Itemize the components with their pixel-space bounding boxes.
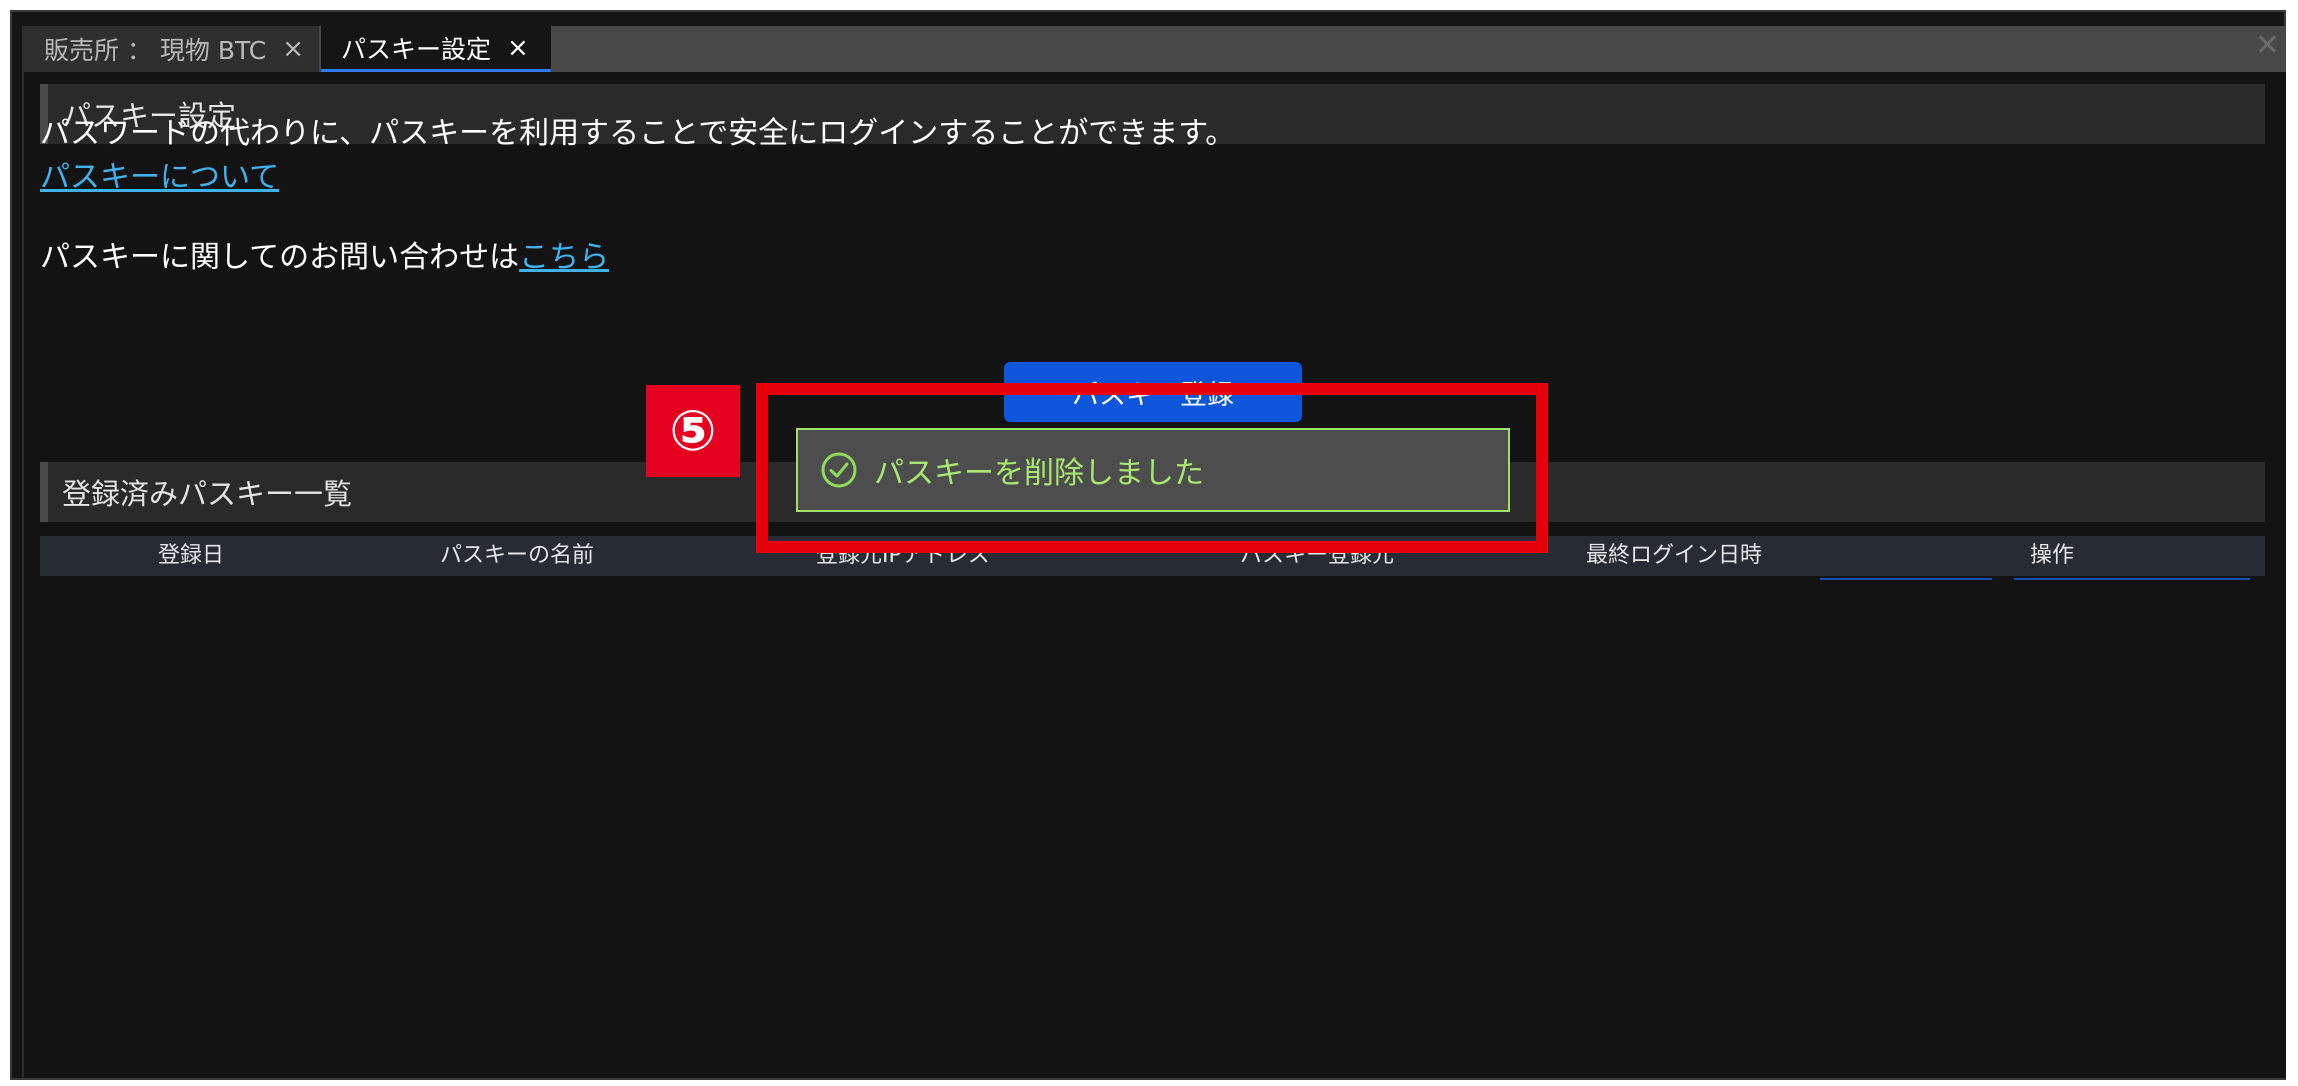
toast-message: パスキーを削除しました [874,456,1204,491]
passkey-description: パスワードの代わりに、パスキーを利用することで安全にログインすることができます。 [40,116,1236,151]
inquiry-text: パスキーに関してのお問い合わせは [40,240,520,275]
tab-label: 販売所 ： 現物 BTC [44,36,267,65]
step-number-badge: ⑤ [646,385,740,477]
about-passkey-link-row: パスキーについて [40,152,279,196]
check-circle-icon [821,452,857,488]
about-passkey-link[interactable]: パスキーについて [40,160,279,195]
column-header: 操作 [2030,543,2075,568]
column-header: 最終ログイン日時 [1586,543,1763,568]
tab-bar: 販売所 ： 現物 BTC × パスキー設定 × ✕ [24,26,2286,72]
window-close-icon[interactable]: ✕ [2255,28,2280,63]
section-title: 登録済みパスキー一覧 [62,477,353,511]
success-toast: パスキーを削除しました [796,428,1510,512]
row-action-underline [1820,578,1992,580]
tab-passkey-settings[interactable]: パスキー設定 × [321,26,551,72]
close-icon[interactable]: × [282,34,304,64]
column-header: パスキーの名前 [440,543,595,568]
close-icon[interactable]: × [507,33,529,63]
tab-label: パスキー設定 [341,34,492,64]
column-header: 登録日 [158,543,225,568]
inquiry-link[interactable]: こちら [519,240,609,275]
inquiry-row: パスキーに関してのお問い合わせはこちら [40,232,609,276]
tab-spot-btc[interactable]: 販売所 ： 現物 BTC × [24,26,319,72]
row-action-underline [2014,578,2250,580]
